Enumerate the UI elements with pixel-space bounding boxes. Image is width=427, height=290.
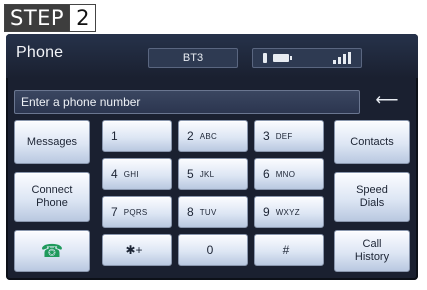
signal-icon [333, 52, 351, 64]
connect-phone-label-line2: Phone [36, 197, 68, 209]
key-letters: TUV [199, 207, 217, 217]
key-0[interactable]: 0 [178, 234, 248, 266]
call-button[interactable]: ☎ [14, 230, 90, 272]
key-letters: JKL [199, 169, 215, 179]
key-letters: WXYZ [275, 207, 300, 217]
page-title: Phone [16, 44, 64, 61]
key-star-plus[interactable]: ✱+ [102, 234, 172, 266]
key-digit: 7 [111, 204, 118, 219]
key-6[interactable]: 6 MNO [254, 158, 324, 190]
contacts-label: Contacts [350, 135, 394, 148]
key-digit: 8 [187, 204, 194, 219]
key-digit: 5 [187, 166, 194, 181]
backspace-icon[interactable]: ⟵ [370, 92, 404, 110]
contacts-button[interactable]: Contacts [334, 120, 410, 164]
call-history-label-line1: Call [362, 238, 382, 250]
battery-icon [273, 54, 292, 62]
step-number: 2 [69, 5, 96, 31]
status-indicators [252, 48, 362, 68]
key-9[interactable]: 9 WXYZ [254, 196, 324, 228]
speed-dials-label-line1: Speed [356, 184, 388, 196]
key-digit: 0 [206, 242, 214, 257]
key-letters: MNO [275, 169, 296, 179]
key-letters: GHI [123, 169, 139, 179]
speed-dials-label-line2: Dials [359, 197, 385, 209]
key-8[interactable]: 8 TUV [178, 196, 248, 228]
messages-label: Messages [26, 135, 78, 148]
call-history-button[interactable]: Call History [334, 230, 410, 272]
phone-handset-icon: ☎ [40, 240, 64, 261]
key-1[interactable]: 1 [102, 120, 172, 152]
key-letters: DEF [275, 131, 293, 141]
key-digit: ✱+ [125, 242, 143, 257]
messages-button[interactable]: Messages [14, 120, 90, 164]
step-label: STEP [5, 5, 70, 31]
phone-number-input[interactable] [15, 91, 359, 113]
key-digit: 2 [187, 128, 194, 143]
key-5[interactable]: 5 JKL [178, 158, 248, 190]
key-digit: # [282, 242, 290, 257]
phone-number-field[interactable] [14, 90, 360, 114]
key-3[interactable]: 3 DEF [254, 120, 324, 152]
key-2[interactable]: 2 ABC [178, 120, 248, 152]
connect-phone-label-line1: Connect [31, 184, 73, 196]
phone-header: Phone BT3 [6, 34, 418, 78]
key-letters: PQRS [123, 207, 148, 217]
key-letters: ABC [199, 131, 218, 141]
key-digit: 4 [111, 166, 118, 181]
connect-phone-button[interactable]: Connect Phone [14, 172, 90, 222]
step-badge: STEP 2 [4, 4, 97, 32]
speed-dials-button[interactable]: Speed Dials [334, 172, 410, 222]
key-digit: 1 [111, 128, 118, 143]
bluetooth-icon [263, 53, 267, 63]
key-digit: 6 [263, 166, 270, 181]
key-digit: 9 [263, 204, 270, 219]
call-history-label-line2: History [354, 251, 390, 263]
key-digit: 3 [263, 128, 270, 143]
key-hash[interactable]: # [254, 234, 324, 266]
key-4[interactable]: 4 GHI [102, 158, 172, 190]
device-name: BT3 [148, 48, 238, 68]
phone-screen: Phone BT3 ⟵ Messages Connect Phone ☎ 1 2 [6, 34, 418, 280]
key-7[interactable]: 7 PQRS [102, 196, 172, 228]
